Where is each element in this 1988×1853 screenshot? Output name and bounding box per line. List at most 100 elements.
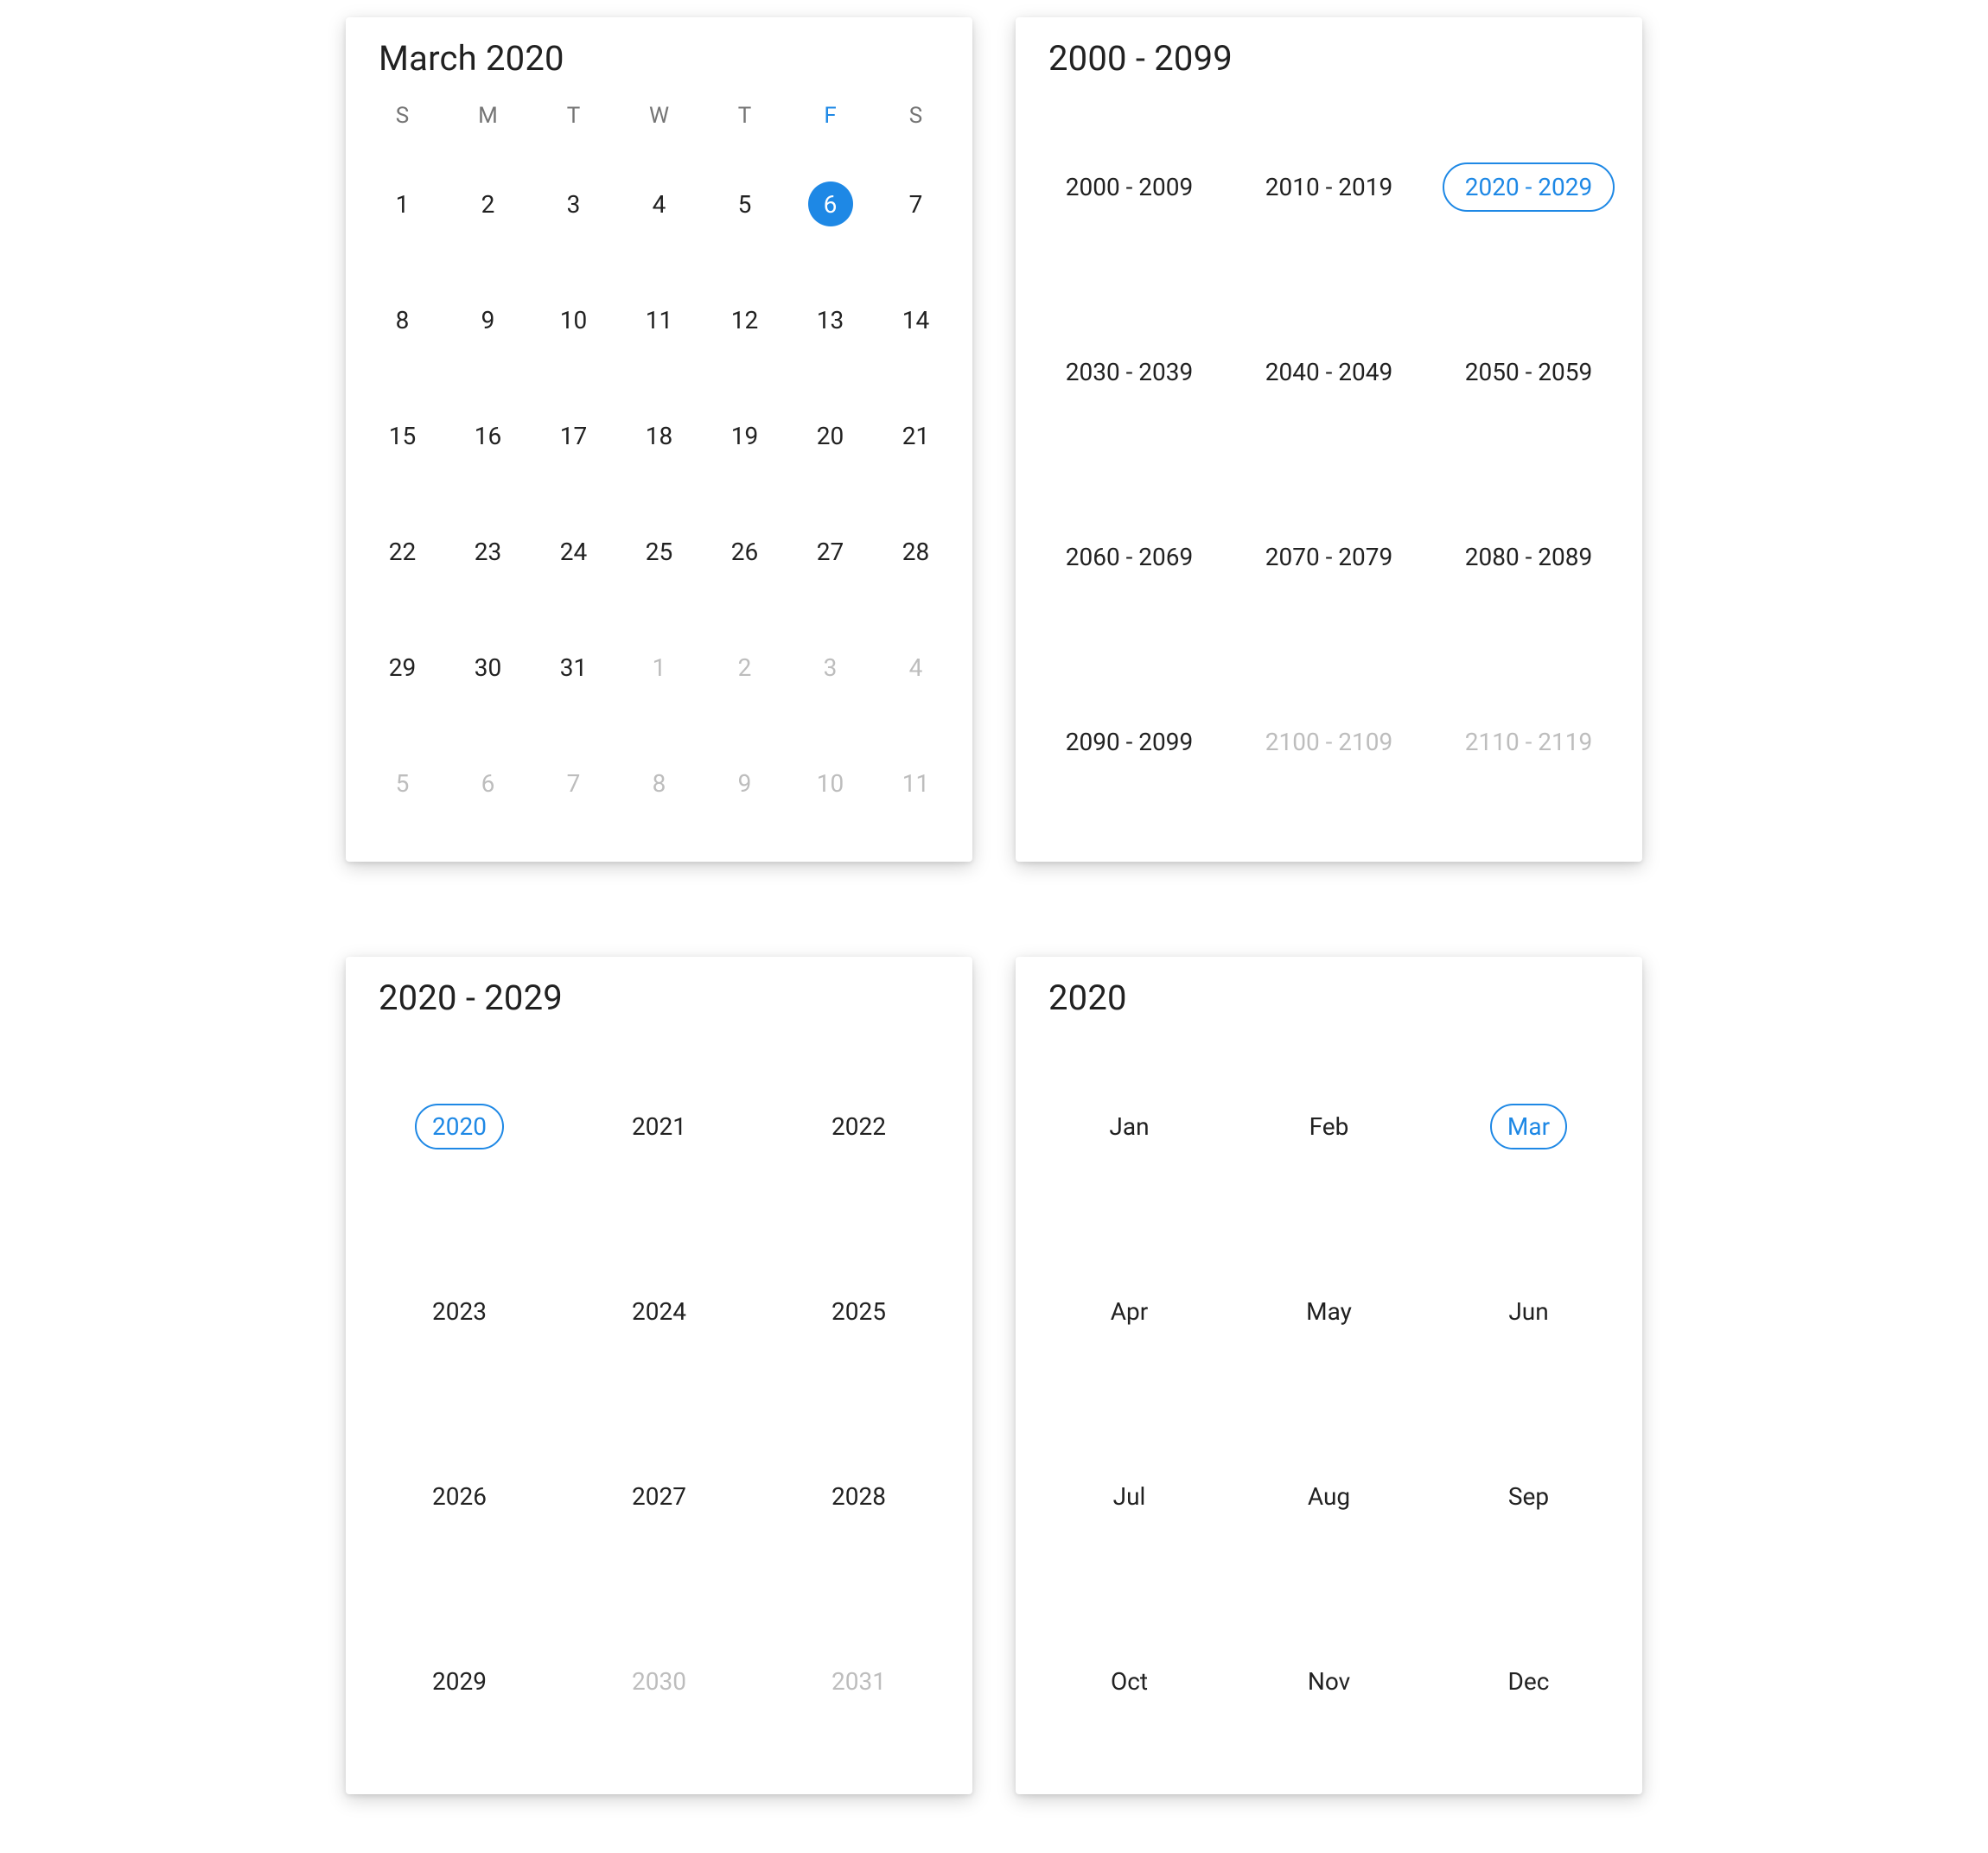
day-number: 4 xyxy=(909,653,923,682)
day-number: 13 xyxy=(817,306,844,334)
day-cell[interactable]: 5 xyxy=(702,146,787,262)
day-number: 7 xyxy=(567,769,581,798)
day-cell[interactable]: 10 xyxy=(787,725,873,841)
day-cell[interactable]: 16 xyxy=(445,378,531,493)
day-cell[interactable]: 1 xyxy=(360,146,445,262)
decade-range-cell-label: 2080 - 2089 xyxy=(1465,543,1593,571)
month-cell[interactable]: DecDec xyxy=(1429,1589,1628,1773)
decade-range-cell[interactable]: 2090 - 20992090 - 2099 xyxy=(1029,649,1229,834)
decade-range-cell[interactable]: 2060 - 20692060 - 2069 xyxy=(1029,464,1229,649)
month-picker-card: 2020 JanJanFebFebMarMar AprAprMayMayJunJu… xyxy=(1016,957,1642,1794)
day-cell[interactable]: 30 xyxy=(445,609,531,725)
year-cell[interactable]: 20292029 xyxy=(360,1589,559,1773)
day-cell[interactable]: 20 xyxy=(787,378,873,493)
decade-range-cell[interactable]: 2080 - 20892080 - 2089 xyxy=(1429,464,1628,649)
decade-range-cell[interactable]: 2020 - 20292020 - 2029 xyxy=(1429,94,1628,279)
decade-range-cell[interactable]: 2050 - 20592050 - 2059 xyxy=(1429,279,1628,464)
day-cell[interactable]: 26 xyxy=(702,493,787,609)
day-cell[interactable]: 13 xyxy=(787,262,873,378)
month-cell-label: Jan xyxy=(1109,1112,1149,1141)
day-cell[interactable]: 24 xyxy=(531,493,616,609)
decade-range-cell[interactable]: 2000 - 20092000 - 2009 xyxy=(1029,94,1229,279)
year-cell[interactable]: 20282028 xyxy=(759,1404,959,1589)
day-cell[interactable]: 25 xyxy=(616,493,702,609)
day-cell[interactable]: 8 xyxy=(360,262,445,378)
month-cell[interactable]: OctOct xyxy=(1029,1589,1229,1773)
day-cell[interactable]: 19 xyxy=(702,378,787,493)
day-number: 30 xyxy=(475,653,501,682)
month-cell[interactable]: AugAug xyxy=(1229,1404,1429,1589)
day-cell[interactable]: 12 xyxy=(702,262,787,378)
year-cell[interactable]: 20272027 xyxy=(559,1404,759,1589)
day-cell[interactable]: 28 xyxy=(873,493,959,609)
day-cell[interactable]: 5 xyxy=(360,725,445,841)
dow-header: T xyxy=(702,94,787,137)
day-cell[interactable]: 1 xyxy=(616,609,702,725)
decade-range-cell[interactable]: 2100 - 21092100 - 2109 xyxy=(1229,649,1429,834)
day-cell[interactable]: 2 xyxy=(702,609,787,725)
day-cell[interactable]: 7 xyxy=(531,725,616,841)
decade-grid: 202020202021202120222022 2023202320242024… xyxy=(360,1034,959,1773)
day-cell[interactable]: 9 xyxy=(445,262,531,378)
day-cell[interactable]: 11 xyxy=(873,725,959,841)
month-cell-label: May xyxy=(1306,1297,1352,1326)
day-cell[interactable]: 6 xyxy=(787,146,873,262)
day-cell[interactable]: 15 xyxy=(360,378,445,493)
day-cell[interactable]: 29 xyxy=(360,609,445,725)
month-cell[interactable]: AprApr xyxy=(1029,1219,1229,1404)
month-cell[interactable]: MarMar xyxy=(1429,1034,1628,1219)
day-picker-title[interactable]: March 2020 xyxy=(379,38,959,79)
month-cell[interactable]: SepSep xyxy=(1429,1404,1628,1589)
decade-range-cell[interactable]: 2010 - 20192010 - 2019 xyxy=(1229,94,1429,279)
day-cell[interactable]: 14 xyxy=(873,262,959,378)
year-cell[interactable]: 20232023 xyxy=(360,1219,559,1404)
year-cell[interactable]: 20242024 xyxy=(559,1219,759,1404)
day-cell[interactable]: 10 xyxy=(531,262,616,378)
day-cell[interactable]: 9 xyxy=(702,725,787,841)
month-cell[interactable]: JunJun xyxy=(1429,1219,1628,1404)
decade-range-cell[interactable]: 2040 - 20492040 - 2049 xyxy=(1229,279,1429,464)
day-number: 20 xyxy=(817,422,844,450)
decade-picker-title[interactable]: 2020 - 2029 xyxy=(379,977,959,1018)
day-cell[interactable]: 31 xyxy=(531,609,616,725)
year-cell-label: 2030 xyxy=(632,1667,686,1696)
year-cell[interactable]: 20302030 xyxy=(559,1589,759,1773)
day-cell[interactable]: 27 xyxy=(787,493,873,609)
year-cell[interactable]: 20312031 xyxy=(759,1589,959,1773)
month-cell-label: Sep xyxy=(1508,1482,1549,1511)
year-cell[interactable]: 20262026 xyxy=(360,1404,559,1589)
year-cell[interactable]: 20252025 xyxy=(759,1219,959,1404)
day-number: 19 xyxy=(731,422,758,450)
day-cell[interactable]: 2 xyxy=(445,146,531,262)
decade-range-cell[interactable]: 2070 - 20792070 - 2079 xyxy=(1229,464,1429,649)
day-cell[interactable]: 22 xyxy=(360,493,445,609)
day-number: 31 xyxy=(560,653,587,682)
day-number: 27 xyxy=(817,538,844,566)
day-cell[interactable]: 4 xyxy=(873,609,959,725)
month-cell[interactable]: FebFeb xyxy=(1229,1034,1429,1219)
day-number: 9 xyxy=(738,769,752,798)
day-cell[interactable]: 18 xyxy=(616,378,702,493)
day-cell[interactable]: 3 xyxy=(531,146,616,262)
month-picker-title[interactable]: 2020 xyxy=(1048,977,1628,1018)
day-cell[interactable]: 21 xyxy=(873,378,959,493)
day-cell[interactable]: 3 xyxy=(787,609,873,725)
decade-range-cell-label: 2050 - 2059 xyxy=(1465,358,1593,386)
decade-range-cell[interactable]: 2110 - 21192110 - 2119 xyxy=(1429,649,1628,834)
year-cell[interactable]: 20222022 xyxy=(759,1034,959,1219)
century-picker-title[interactable]: 2000 - 2099 xyxy=(1048,38,1628,79)
day-cell[interactable]: 23 xyxy=(445,493,531,609)
day-cell[interactable]: 17 xyxy=(531,378,616,493)
year-cell[interactable]: 20202020 xyxy=(360,1034,559,1219)
year-cell[interactable]: 20212021 xyxy=(559,1034,759,1219)
day-cell[interactable]: 11 xyxy=(616,262,702,378)
month-cell[interactable]: MayMay xyxy=(1229,1219,1429,1404)
month-cell[interactable]: JulJul xyxy=(1029,1404,1229,1589)
decade-range-cell[interactable]: 2030 - 20392030 - 2039 xyxy=(1029,279,1229,464)
day-cell[interactable]: 4 xyxy=(616,146,702,262)
day-cell[interactable]: 6 xyxy=(445,725,531,841)
day-cell[interactable]: 8 xyxy=(616,725,702,841)
day-cell[interactable]: 7 xyxy=(873,146,959,262)
month-cell[interactable]: NovNov xyxy=(1229,1589,1429,1773)
month-cell[interactable]: JanJan xyxy=(1029,1034,1229,1219)
